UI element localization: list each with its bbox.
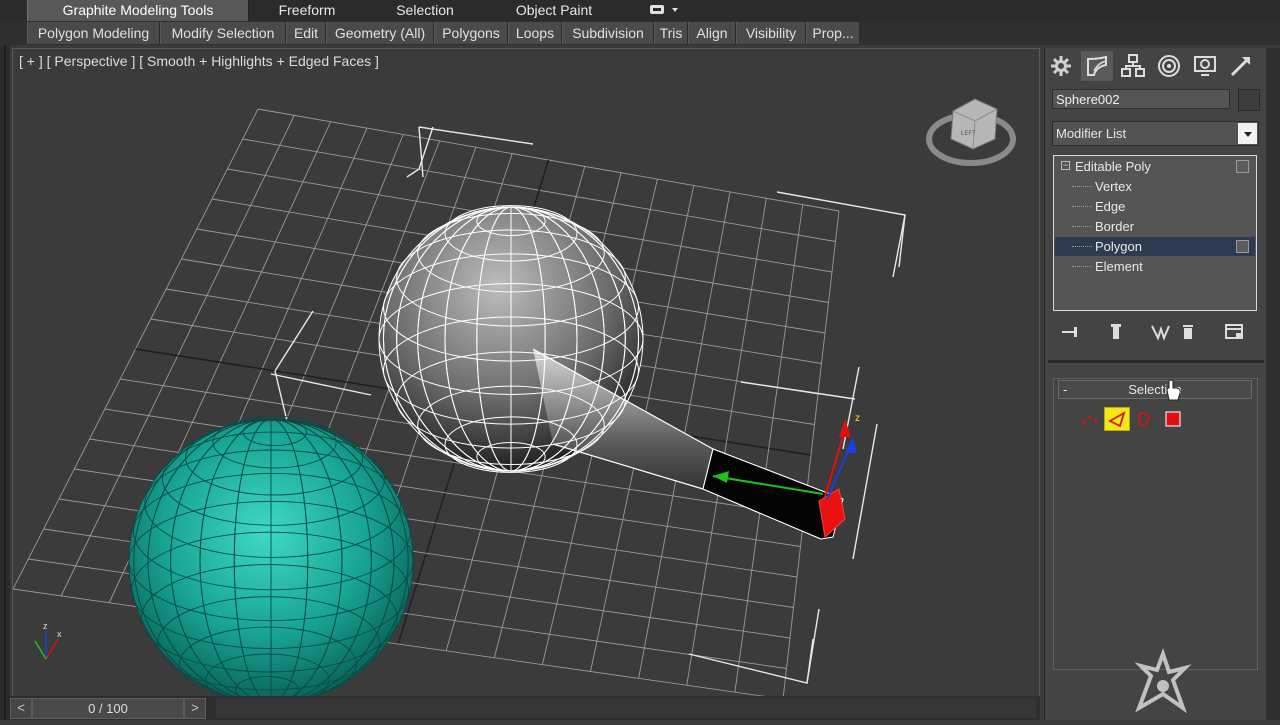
stack-item-label: Polygon: [1095, 239, 1142, 254]
modifier-stack: − Editable Poly Vertex Edge Border Polyg…: [1053, 155, 1257, 311]
pin-stack-icon[interactable]: [1059, 322, 1081, 342]
motion-icon[interactable]: [1153, 51, 1185, 81]
subobject-toggle-icon[interactable]: [1236, 240, 1249, 253]
make-unique-icon[interactable]: [1149, 322, 1171, 342]
world-axis-tripod: z x: [34, 621, 62, 660]
tab-freeform[interactable]: Freeform: [248, 0, 366, 21]
viewcube[interactable]: LEFT: [926, 98, 1016, 166]
configure-sets-icon[interactable]: [1223, 322, 1245, 342]
prev-frame-button[interactable]: <: [10, 698, 32, 719]
border-mode-icon[interactable]: [1132, 407, 1158, 431]
svg-text:LEFT: LEFT: [961, 131, 976, 137]
next-frame-button[interactable]: >: [184, 698, 206, 719]
stack-item-label: Editable Poly: [1075, 159, 1151, 174]
show-end-result-icon[interactable]: [1105, 322, 1127, 342]
stack-item-label: Element: [1095, 259, 1143, 274]
tool-loops[interactable]: Loops: [508, 22, 562, 44]
right-dock-edge: [1266, 48, 1280, 720]
stack-item-element[interactable]: Element: [1055, 257, 1255, 276]
teal-sphere[interactable]: [128, 415, 414, 696]
hand-cursor-icon: [1163, 378, 1183, 407]
perspective-viewport[interactable]: z LEFT z x [ + ] [ Perspective ] [ Smoot…: [12, 48, 1040, 697]
stack-item-editable-poly[interactable]: − Editable Poly: [1055, 157, 1255, 176]
panel-separator: [1048, 360, 1264, 363]
watermark-logo: [1119, 646, 1199, 725]
tool-edit[interactable]: Edit: [286, 22, 326, 44]
selected-sphere[interactable]: [378, 205, 846, 540]
stack-toolbar: [1053, 320, 1259, 344]
ribbon-display-icon[interactable]: [648, 2, 682, 18]
selection-rollout-header[interactable]: - Selection: [1058, 380, 1252, 399]
tab-graphite-modeling-tools[interactable]: Graphite Modeling Tools: [27, 0, 249, 21]
time-slider-bar: < 0 / 100 >: [10, 696, 1040, 720]
tool-visibility[interactable]: Visibility: [736, 22, 806, 44]
polygon-mode-icon[interactable]: [1160, 407, 1186, 431]
command-panel: Sphere002 Modifier List − Editable Poly …: [1044, 48, 1267, 720]
time-slider[interactable]: 0 / 100: [32, 698, 184, 719]
tool-align[interactable]: Align: [688, 22, 736, 44]
hierarchy-icon[interactable]: [1117, 51, 1149, 81]
timeline-track[interactable]: [216, 699, 1036, 718]
ribbon-tab-bar: Graphite Modeling Tools Freeform Selecti…: [0, 0, 1280, 22]
tool-modify-selection[interactable]: Modify Selection: [160, 22, 286, 44]
selection-rollout: - Selection: [1053, 378, 1258, 670]
subobject-mode-buttons: [1076, 407, 1186, 431]
svg-text:z: z: [855, 413, 860, 424]
vertex-mode-icon[interactable]: [1076, 407, 1102, 431]
left-dock-edge: [0, 45, 10, 720]
edge-mode-icon[interactable]: [1104, 407, 1130, 431]
create-icon[interactable]: [1045, 51, 1077, 81]
stack-item-polygon[interactable]: Polygon: [1055, 237, 1255, 256]
display-icon[interactable]: [1189, 51, 1221, 81]
modify-icon[interactable]: [1081, 51, 1113, 81]
stack-item-border[interactable]: Border: [1055, 217, 1255, 236]
remove-modifier-icon[interactable]: [1177, 322, 1199, 342]
scene-canvas[interactable]: z LEFT z x: [13, 49, 1039, 696]
modifier-list-dropdown[interactable]: Modifier List: [1052, 121, 1259, 146]
stack-item-label: Border: [1095, 219, 1135, 234]
tool-geometry-all[interactable]: Geometry (All): [326, 22, 434, 44]
modifier-toggle-icon[interactable]: [1236, 160, 1249, 173]
svg-text:z: z: [43, 621, 48, 631]
stack-item-edge[interactable]: Edge: [1055, 197, 1255, 216]
viewport-label[interactable]: [ + ] [ Perspective ] [ Smooth + Highlig…: [19, 53, 379, 69]
collapse-icon[interactable]: −: [1061, 161, 1070, 170]
tab-object-paint[interactable]: Object Paint: [484, 0, 624, 21]
chevron-down-icon[interactable]: [1238, 123, 1257, 144]
tool-subdivision[interactable]: Subdivision: [562, 22, 654, 44]
tool-polygons[interactable]: Polygons: [434, 22, 508, 44]
object-name-field[interactable]: Sphere002: [1052, 89, 1230, 109]
ribbon-toolbar: Polygon Modeling Modify Selection Edit G…: [0, 21, 1280, 45]
rollout-collapse-toggle[interactable]: -: [1063, 381, 1067, 398]
tool-tris[interactable]: Tris: [654, 22, 688, 44]
modifier-list-label: Modifier List: [1056, 126, 1127, 141]
command-panel-tabs: [1045, 48, 1267, 84]
tool-polygon-modeling[interactable]: Polygon Modeling: [27, 22, 160, 44]
svg-text:x: x: [57, 629, 62, 639]
object-color-swatch[interactable]: [1238, 89, 1260, 111]
tool-properties[interactable]: Prop...: [806, 22, 860, 44]
tab-selection[interactable]: Selection: [366, 0, 484, 21]
utilities-icon[interactable]: [1225, 51, 1257, 81]
stack-item-label: Vertex: [1095, 179, 1132, 194]
stack-item-label: Edge: [1095, 199, 1126, 214]
stack-item-vertex[interactable]: Vertex: [1055, 177, 1255, 196]
